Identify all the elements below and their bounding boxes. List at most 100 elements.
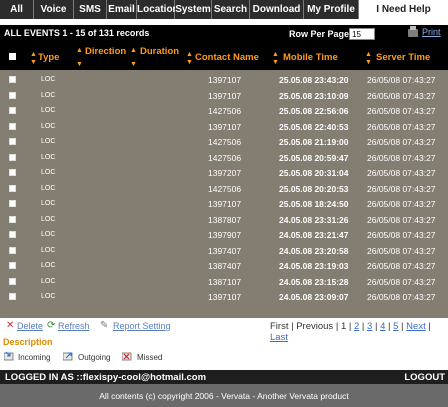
tab-download[interactable]: Download — [250, 0, 304, 19]
cell-server-time: 26/05/08 07:43:27 — [367, 230, 436, 240]
sort-down-icon[interactable]: ▼ — [76, 61, 83, 68]
sort-down-icon[interactable]: ▼ — [186, 59, 193, 66]
legend-missed: Missed — [137, 353, 163, 362]
col-duration[interactable]: Duration — [140, 46, 179, 57]
tab-sms[interactable]: SMS — [74, 0, 107, 19]
delete-link[interactable]: Delete — [17, 321, 43, 331]
col-contact-name[interactable]: Contact Name — [195, 52, 259, 63]
table-row[interactable]: LOC 1387407 24.05.08 23:19:03 26/05/08 0… — [0, 258, 448, 274]
refresh-link[interactable]: Refresh — [58, 321, 90, 331]
tab-system[interactable]: System — [175, 0, 212, 19]
cell-contact: 1397107 — [208, 90, 242, 101]
sort-down-icon[interactable]: ▼ — [272, 59, 279, 66]
table-row[interactable]: LOC 1397207 25.05.08 20:31:04 26/05/08 0… — [0, 165, 448, 181]
cell-contact: 1397207 — [208, 168, 242, 178]
table-row[interactable]: LOC 1397107 24.05.08 23:09:07 26/05/08 0… — [0, 289, 448, 305]
tab-my-profile[interactable]: My Profile — [304, 0, 359, 19]
table-row[interactable]: LOC 1397107 25.05.08 22:40:53 26/05/08 0… — [0, 119, 448, 135]
cell-type: LOC — [41, 215, 56, 223]
tab-email[interactable]: Email — [107, 0, 137, 19]
row-checkbox[interactable] — [9, 184, 16, 192]
table-row[interactable]: LOC 1427506 25.05.08 21:19:00 26/05/08 0… — [0, 134, 448, 150]
print-link[interactable]: Print — [422, 27, 441, 37]
printer-icon[interactable] — [408, 26, 418, 37]
cell-type: LOC — [41, 293, 56, 300]
cell-mobile-time: 25.05.08 22:56:06 — [279, 106, 349, 116]
logout-link[interactable]: LOGOUT — [404, 372, 445, 383]
delete-icon[interactable]: ✕ — [6, 320, 14, 331]
cell-server-time: 26/05/08 07:43:27 — [367, 137, 436, 147]
row-checkbox[interactable] — [9, 231, 16, 238]
cell-mobile-time: 24.05.08 23:19:03 — [279, 261, 349, 271]
row-checkbox[interactable] — [9, 262, 16, 269]
table-row[interactable]: LOC 1427506 25.05.08 22:56:06 26/05/08 0… — [0, 103, 448, 119]
cell-type: LOC — [41, 107, 56, 114]
cell-contact: 1427506 — [208, 106, 242, 116]
events-bar: ALL EVENTS 1 - 15 of 131 records Row Per… — [0, 25, 448, 43]
pager-last[interactable]: Last — [270, 332, 288, 343]
row-checkbox[interactable] — [9, 107, 16, 114]
col-direction[interactable]: Direction — [85, 46, 126, 57]
sort-down-icon[interactable]: ▼ — [30, 59, 37, 66]
row-checkbox[interactable] — [9, 76, 16, 83]
cell-type: LOC — [41, 169, 56, 176]
tab-location[interactable]: Location — [137, 0, 179, 19]
cell-type: LOC — [41, 138, 56, 145]
col-mobile-time[interactable]: Mobile Time — [283, 52, 338, 63]
table-row[interactable]: LOC 1427506 25.05.08 20:59:47 26/05/08 0… — [0, 150, 448, 166]
row-checkbox[interactable] — [9, 215, 16, 223]
sort-down-icon[interactable]: ▼ — [130, 61, 137, 68]
sort-up-icon[interactable]: ▲ — [76, 47, 83, 54]
sort-up-icon[interactable]: ▲ — [365, 51, 372, 58]
cell-contact: 1387107 — [208, 276, 242, 287]
row-checkbox[interactable] — [9, 153, 16, 161]
row-checkbox[interactable] — [9, 293, 16, 300]
cell-contact: 1427506 — [208, 137, 242, 147]
cell-mobile-time: 25.05.08 18:24:50 — [279, 199, 349, 209]
table-row[interactable]: LOC 1397407 24.05.08 23:20:58 26/05/08 0… — [0, 243, 448, 259]
report-setting-link[interactable]: Report Setting — [113, 321, 171, 331]
cell-server-time: 26/05/08 07:43:27 — [367, 292, 436, 302]
sort-up-icon[interactable]: ▲ — [130, 47, 137, 54]
sort-down-icon[interactable]: ▼ — [365, 59, 372, 66]
tab-voice[interactable]: Voice — [34, 0, 74, 19]
row-checkbox[interactable] — [9, 277, 16, 285]
col-type[interactable]: Type — [38, 52, 59, 63]
sort-up-icon[interactable]: ▲ — [30, 51, 37, 58]
cell-contact: 1427506 — [208, 183, 242, 194]
pager-next[interactable]: Next — [406, 321, 426, 332]
table-row[interactable]: LOC 1427506 25.05.08 20:20:53 26/05/08 0… — [0, 181, 448, 197]
table-row[interactable]: LOC 1397907 24.05.08 23:21:47 26/05/08 0… — [0, 227, 448, 243]
cell-contact: 1397907 — [208, 230, 242, 240]
row-checkbox[interactable] — [9, 169, 16, 176]
sort-up-icon[interactable]: ▲ — [272, 51, 279, 58]
col-server-time[interactable]: Server Time — [376, 52, 430, 63]
table-row[interactable]: LOC 1397107 25.05.08 18:24:50 26/05/08 0… — [0, 196, 448, 212]
table-row[interactable]: LOC 1387107 24.05.08 23:15:28 26/05/08 0… — [0, 274, 448, 290]
cell-contact: 1397407 — [208, 245, 242, 256]
row-checkbox[interactable] — [9, 200, 16, 207]
pager-previous[interactable]: Previous — [296, 321, 333, 332]
rows-per-page-input[interactable] — [349, 28, 375, 40]
row-checkbox[interactable] — [9, 246, 16, 254]
table-row[interactable]: LOC 1387807 24.05.08 23:31:26 26/05/08 0… — [0, 212, 448, 228]
sort-up-icon[interactable]: ▲ — [186, 51, 193, 58]
table-row[interactable]: LOC 1397107 25.05.08 23:43:20 26/05/08 0… — [0, 72, 448, 88]
row-checkbox[interactable] — [9, 122, 16, 130]
row-checkbox[interactable] — [9, 91, 16, 99]
row-checkbox[interactable] — [9, 138, 16, 145]
incoming-icon — [4, 351, 14, 361]
rows-per-page-label: Row Per Page — [289, 29, 350, 39]
pager-first[interactable]: First — [270, 321, 288, 332]
tab-help[interactable]: I Need Help — [359, 0, 448, 19]
select-all-checkbox[interactable] — [9, 53, 16, 60]
tab-all[interactable]: All — [0, 0, 34, 19]
cell-server-time: 26/05/08 07:43:27 — [367, 214, 436, 225]
tab-search[interactable]: Search — [212, 0, 250, 19]
table-row[interactable]: LOC 1397107 25.05.08 23:10:09 26/05/08 0… — [0, 88, 448, 104]
footer: All contents (c) copyright 2006 - Vervat… — [0, 384, 448, 407]
cell-type: LOC — [41, 153, 56, 161]
table-header: ▲ ▼ Type ▲ ▼ Direction ▲ ▼ Duration ▲ ▼ … — [0, 43, 448, 70]
wrench-icon[interactable]: ✎ — [100, 320, 108, 331]
refresh-icon[interactable]: ⟳ — [47, 320, 55, 331]
